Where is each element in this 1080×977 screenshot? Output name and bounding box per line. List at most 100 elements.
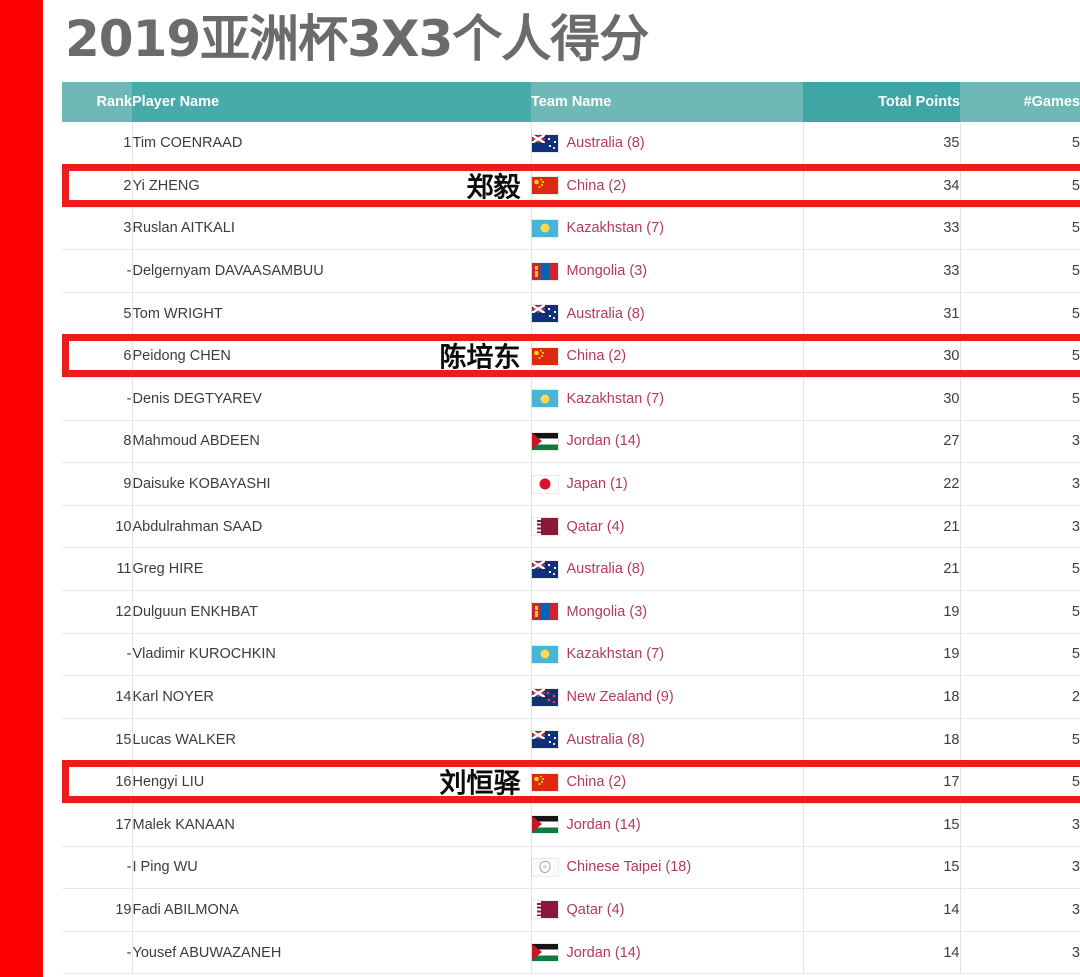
cell-rank: 11 xyxy=(62,547,133,592)
cell-games: 3 xyxy=(960,931,1080,975)
team-name-label: China (2) xyxy=(566,774,627,791)
cell-player-name: Mahmoud ABDEEN xyxy=(132,420,532,464)
cell-games: 3 xyxy=(960,888,1080,932)
player-name-label: Yousef ABUWAZANEH xyxy=(132,944,282,961)
cell-rank: 17 xyxy=(62,803,133,847)
cell-games: 3 xyxy=(960,846,1080,890)
cell-player-name: Peidong CHEN 陈培东 xyxy=(132,334,532,379)
table-row[interactable]: - Delgernyam DAVAASAMBUU Mongolia (3) 33 5 xyxy=(62,249,1080,293)
table-row[interactable]: - Denis DEGTYAREV Kazakhstan (7) 30 5 xyxy=(62,377,1080,421)
flag-qa-icon xyxy=(531,901,558,919)
table-row[interactable]: 14 Karl NOYER New Zealand (9) 18 2 xyxy=(62,675,1080,719)
flag-nz-icon xyxy=(531,688,558,706)
cell-total-points: 30 xyxy=(803,334,961,379)
page-content: 2019亚洲杯3X3个人得分 Rank Player Name Team Nam… xyxy=(43,0,1080,977)
cell-rank: 15 xyxy=(62,718,133,762)
table-row[interactable]: 5 Tom WRIGHT Australia (8) 31 5 xyxy=(62,292,1080,336)
player-name-label: Peidong CHEN xyxy=(132,348,231,365)
cell-rank: - xyxy=(62,931,133,975)
cell-team-name: Jordan (14) xyxy=(531,420,804,464)
player-name-label: Delgernyam DAVAASAMBUU xyxy=(132,263,324,280)
flag-cn-icon xyxy=(531,177,558,195)
column-header-team-name[interactable]: Team Name xyxy=(531,82,803,122)
cell-total-points: 14 xyxy=(803,931,961,975)
cell-total-points: 33 xyxy=(803,207,961,251)
cell-team-name: Kazakhstan (7) xyxy=(531,377,804,421)
cell-games: 5 xyxy=(960,249,1080,293)
table-row[interactable]: 17 Malek KANAAN Jordan (14) 15 3 xyxy=(62,803,1080,847)
cell-player-name: Fadi ABILMONA xyxy=(132,888,532,932)
cell-player-name: Daisuke KOBAYASHI xyxy=(132,462,532,506)
cell-games: 5 xyxy=(960,122,1080,166)
cell-rank: - xyxy=(62,377,133,421)
cell-total-points: 21 xyxy=(803,547,961,592)
cell-total-points: 15 xyxy=(803,803,961,847)
cell-player-name: Greg HIRE xyxy=(132,547,532,592)
table-row[interactable]: 10 Abdulrahman SAAD Qatar (4) 21 3 xyxy=(62,505,1080,549)
cell-rank: - xyxy=(62,249,133,293)
cell-rank: - xyxy=(62,633,133,677)
column-header-player-name[interactable]: Player Name xyxy=(132,82,531,122)
table-header-row: Rank Player Name Team Name Total Points … xyxy=(62,82,1080,122)
table-row[interactable]: - Yousef ABUWAZANEH Jordan (14) 14 3 xyxy=(62,931,1080,975)
table-row[interactable]: 6 Peidong CHEN 陈培东 China (2) 30 5 xyxy=(62,334,1080,379)
table-row[interactable]: -I Ping WU Chinese Taipei (18) 15 3 xyxy=(62,846,1080,890)
cell-rank: 8 xyxy=(62,420,133,464)
flag-au-icon xyxy=(531,134,558,152)
cell-player-name: Ruslan AITKALI xyxy=(132,207,532,251)
cell-player-name: Tim COENRAAD xyxy=(132,122,532,166)
player-name-label: Greg HIRE xyxy=(132,561,204,578)
cell-games: 5 xyxy=(960,547,1080,592)
team-name-label: Mongolia (3) xyxy=(566,603,648,620)
chinese-name-annotation: 刘恒驿 xyxy=(439,768,521,800)
team-name-label: Qatar (4) xyxy=(566,518,625,535)
column-header-total-points[interactable]: Total Points xyxy=(803,82,960,122)
table-row[interactable]: 16 Hengyi LIU 刘恒驿 China (2) 17 5 xyxy=(62,760,1080,804)
table-row[interactable]: 3 Ruslan AITKALI Kazakhstan (7) 33 5 xyxy=(62,207,1080,251)
cell-total-points: 35 xyxy=(803,122,961,166)
cell-total-points: 27 xyxy=(803,420,961,464)
page-title: 2019亚洲杯3X3个人得分 xyxy=(65,10,649,68)
cell-rank: 12 xyxy=(62,590,133,634)
table-row[interactable]: 11 Greg HIRE Australia (8) 21 5 xyxy=(62,547,1080,592)
cell-team-name: Kazakhstan (7) xyxy=(531,207,804,251)
cell-total-points: 33 xyxy=(803,249,961,293)
player-name-label: Malek KANAAN xyxy=(132,816,235,833)
cell-player-name: Delgernyam DAVAASAMBUU xyxy=(132,249,532,293)
cell-games: 5 xyxy=(960,377,1080,421)
column-header-games[interactable]: #Games xyxy=(960,82,1080,122)
table-row[interactable]: 2 Yi ZHENG 郑毅 China (2) 34 5 xyxy=(62,164,1080,208)
player-name-label: Denis DEGTYAREV xyxy=(132,390,262,407)
cell-team-name: New Zealand (9) xyxy=(531,675,804,719)
table-row[interactable]: 9 Daisuke KOBAYASHI Japan (1) 22 3 xyxy=(62,462,1080,506)
flag-cn-icon xyxy=(531,773,558,791)
cell-total-points: 14 xyxy=(803,888,961,932)
flag-au-icon xyxy=(531,560,558,578)
cell-games: 3 xyxy=(960,420,1080,464)
cell-total-points: 21 xyxy=(803,505,961,549)
cell-rank: 19 xyxy=(62,888,133,932)
table-row[interactable]: 15 Lucas WALKER Australia (8) 18 5 xyxy=(62,718,1080,762)
flag-cn-icon xyxy=(531,347,558,365)
table-row[interactable]: - Vladimir KUROCHKIN Kazakhstan (7) 19 5 xyxy=(62,633,1080,677)
table-row[interactable]: 1 Tim COENRAAD Australia (8) 35 5 xyxy=(62,122,1080,166)
table-row[interactable]: 12 Dulguun ENKHBAT Mongolia (3) 19 5 xyxy=(62,590,1080,634)
cell-games: 5 xyxy=(960,334,1080,379)
cell-total-points: 15 xyxy=(803,846,961,890)
table-body: 1 Tim COENRAAD Australia (8) 35 5 2 Yi ZHENG 郑毅… xyxy=(62,122,1080,975)
cell-games: 2 xyxy=(960,675,1080,719)
table-header: Rank Player Name Team Name Total Points … xyxy=(62,82,1080,122)
team-name-label: Qatar (4) xyxy=(566,901,625,918)
team-name-label: Australia (8) xyxy=(566,305,645,322)
cell-total-points: 19 xyxy=(803,590,961,634)
team-name-label: China (2) xyxy=(566,348,627,365)
cell-games: 3 xyxy=(960,462,1080,506)
player-name-label: Abdulrahman SAAD xyxy=(132,518,263,535)
table-row[interactable]: 8 Mahmoud ABDEEN Jordan (14) 27 3 xyxy=(62,420,1080,464)
column-header-rank[interactable]: Rank xyxy=(62,82,132,122)
flag-mn-icon xyxy=(531,262,558,280)
cell-total-points: 18 xyxy=(803,718,961,762)
table-row[interactable]: 19 Fadi ABILMONA Qatar (4) 14 3 xyxy=(62,888,1080,932)
team-name-label: Mongolia (3) xyxy=(566,263,648,280)
flag-jo-icon xyxy=(531,432,558,450)
